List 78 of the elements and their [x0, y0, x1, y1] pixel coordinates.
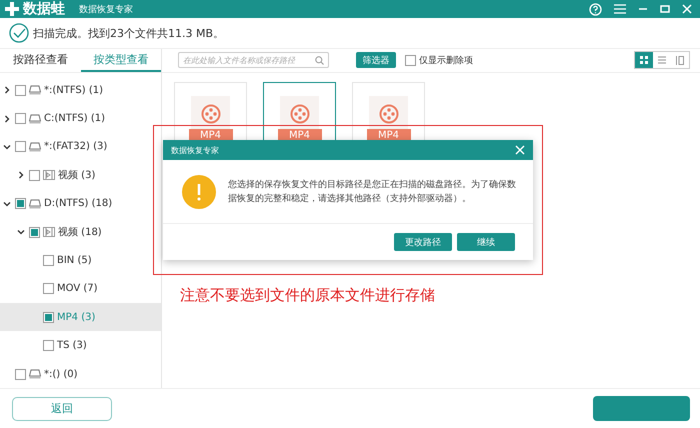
chevron-right-icon[interactable]: [3, 114, 11, 123]
filter-button[interactable]: 筛选器: [356, 52, 396, 68]
preview-icon: [676, 56, 684, 65]
film-reel-icon: [200, 104, 220, 124]
view-tab[interactable]: 按类型查看: [80, 48, 161, 72]
checkbox[interactable]: [43, 255, 54, 266]
checkbox-label: 仅显示删除项: [419, 54, 473, 67]
annotation-note: 注意不要选到文件的原本文件进行存储: [180, 286, 435, 305]
dialog-message: 您选择的保存恢复文件的目标路径是您正在扫描的磁盘路径。为了确保数据恢复的完整和稳定，请选择其他路径（支持外部驱动器）。: [228, 178, 517, 206]
checkbox[interactable]: [29, 170, 40, 181]
drive-icon: [29, 369, 41, 380]
checkbox[interactable]: [43, 312, 54, 323]
tree-label: BIN (5): [57, 255, 92, 266]
tree-label: 视频 (3): [58, 168, 96, 182]
tree-item[interactable]: *:(NTFS) (1): [0, 76, 161, 104]
tree-item[interactable]: 视频 (3): [0, 161, 161, 190]
checkbox[interactable]: [15, 198, 26, 210]
checkbox[interactable]: [15, 84, 26, 96]
tree-label: TS (3): [57, 340, 87, 352]
drive-icon: [29, 198, 41, 209]
film-reel-icon: [378, 104, 398, 124]
tree-item[interactable]: BIN (5): [0, 246, 161, 275]
scan-status: 扫描完成。找到23个文件共11.3 MB。: [33, 26, 224, 41]
search-field[interactable]: 在此处输入文件名称或保存路径: [178, 52, 329, 68]
recover-button[interactable]: [593, 396, 690, 422]
grid-icon: [640, 56, 648, 64]
app-logo: 数据蛙: [23, 0, 65, 18]
checkbox[interactable]: [43, 283, 54, 294]
tree-label: C:(NTFS) (1): [44, 113, 106, 124]
view-toggle-button[interactable]: [635, 52, 653, 68]
tree-label: *:(NTFS) (1): [44, 84, 104, 96]
view-switcher[interactable]: [634, 51, 690, 70]
tree-item[interactable]: TS (3): [0, 331, 161, 360]
tree-item[interactable]: MOV (7): [0, 274, 161, 304]
view-tab[interactable]: 按路径查看: [0, 48, 80, 72]
chevron-down-icon[interactable]: [17, 228, 25, 236]
drive-icon: [29, 142, 41, 152]
chevron-down-icon[interactable]: [3, 142, 11, 151]
tree-item[interactable]: C:(NTFS) (1): [0, 104, 161, 133]
dialog-button[interactable]: 继续: [457, 233, 515, 251]
check-circle-icon: [9, 23, 29, 44]
tree-item[interactable]: *:(FAT32) (3): [0, 132, 161, 162]
tree-label: 视频 (18): [58, 226, 102, 240]
film-reel-icon: [290, 104, 310, 124]
checkbox[interactable]: [43, 340, 54, 352]
tree-item[interactable]: *:() (0): [0, 360, 161, 388]
close-icon[interactable]: [515, 145, 525, 155]
tree-label: D:(NTFS) (18): [44, 198, 112, 210]
checkbox[interactable]: [15, 113, 26, 124]
list-icon: [658, 56, 666, 64]
tree-label: *:() (0): [44, 368, 78, 380]
tree-label: MOV (7): [57, 283, 98, 294]
checkbox[interactable]: [29, 226, 40, 238]
warning-icon: [182, 174, 216, 208]
drive-icon: [29, 85, 41, 96]
dialog-button[interactable]: 更改路径: [394, 233, 452, 251]
menu-icon[interactable]: [614, 4, 626, 14]
window-title: 数据恢复专家: [79, 4, 133, 16]
checkbox[interactable]: [405, 54, 416, 66]
chevron-down-icon[interactable]: [3, 200, 11, 208]
drive-icon: [29, 114, 41, 124]
help-icon[interactable]: [589, 2, 602, 16]
chevron-right-icon[interactable]: [3, 86, 11, 94]
tree-item[interactable]: 视频 (18): [0, 218, 161, 246]
film-icon: [43, 170, 55, 180]
tree-label: *:(FAT32) (3): [44, 141, 108, 152]
checkbox[interactable]: [15, 368, 26, 380]
chevron-right-icon[interactable]: [17, 171, 25, 180]
tree-label: MP4 (3): [57, 312, 96, 323]
checkbox[interactable]: [15, 141, 26, 152]
back-button[interactable]: 返回: [12, 396, 112, 421]
close-icon[interactable]: [682, 4, 692, 14]
search-icon[interactable]: [315, 56, 324, 65]
logo-icon: [4, 1, 20, 18]
film-icon: [43, 227, 55, 238]
dialog-title: 数据恢复专家: [171, 144, 219, 156]
maximize-icon[interactable]: [660, 4, 670, 14]
tree-item[interactable]: D:(NTFS) (18): [0, 190, 161, 218]
